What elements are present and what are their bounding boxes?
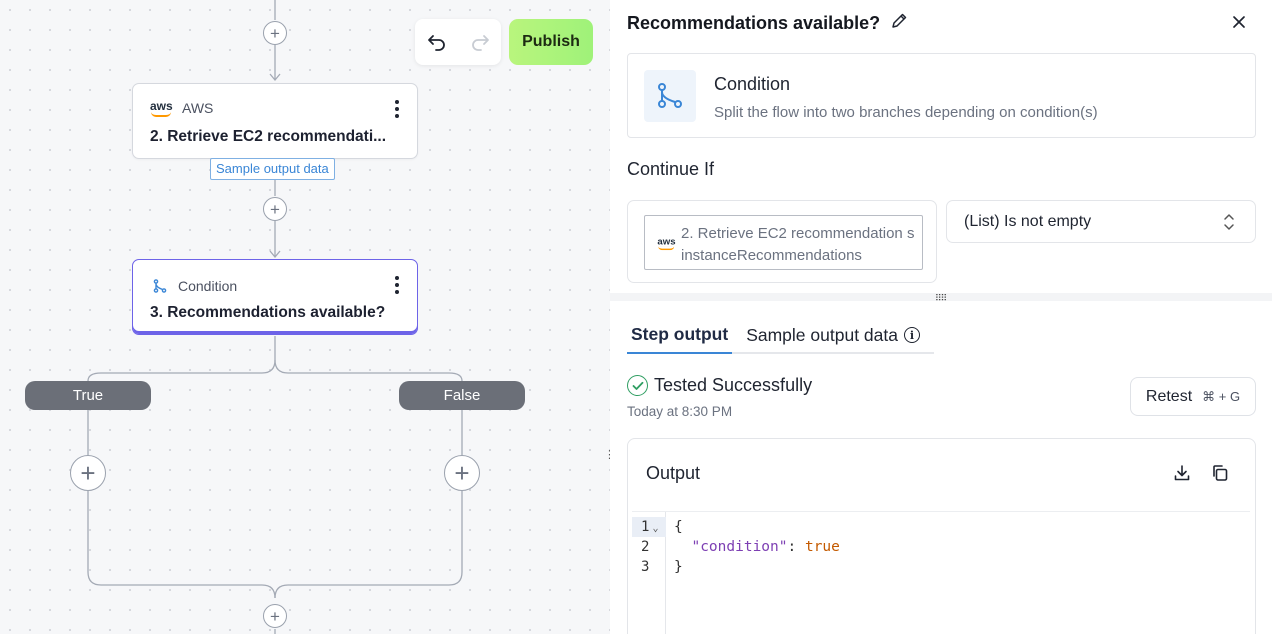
copy-icon[interactable] — [1211, 464, 1229, 482]
sample-output-tag[interactable]: Sample output data — [210, 158, 335, 180]
continue-if-label: Continue If — [627, 159, 715, 179]
tab-label: Step output — [631, 323, 729, 344]
code-line: "condition": true — [691, 539, 840, 555]
edit-pencil-icon[interactable] — [890, 12, 908, 35]
json-viewer[interactable]: 1 ⌄ 2 3 { "condition": true } — [632, 511, 1250, 634]
code-line: { — [674, 519, 683, 535]
more-options-icon[interactable] — [395, 276, 399, 294]
panel-title-text: Recommendations available? — [627, 13, 881, 33]
tab-step-output[interactable]: Step output — [627, 318, 733, 354]
node-app-label: AWS — [182, 100, 214, 116]
add-step-false-button[interactable]: + — [444, 455, 480, 491]
test-status: Tested Successfully — [627, 375, 812, 396]
operator-value: (List) Is not empty — [964, 213, 1092, 230]
code-line: } — [674, 559, 683, 575]
status-text: Tested Successfully — [654, 375, 813, 395]
step-settings-panel: Recommendations available? Condition Spl… — [610, 0, 1272, 634]
download-icon[interactable] — [1173, 464, 1191, 482]
info-icon[interactable]: i — [903, 327, 920, 343]
json-key: "condition" — [691, 539, 788, 555]
branch-icon — [644, 70, 696, 122]
retest-label: Retest — [1145, 387, 1193, 405]
branch-label-false: False — [399, 381, 525, 410]
line-number: 1 ⌄ — [632, 517, 666, 537]
step-type-card: Condition Split the flow into two branch… — [627, 53, 1256, 138]
aws-icon: aws — [150, 100, 174, 117]
close-icon[interactable] — [1229, 12, 1249, 32]
card-description: Split the flow into two branches dependi… — [714, 104, 1098, 121]
step-node-condition[interactable]: Condition 3. Recommendations available? — [132, 259, 418, 335]
add-step-button[interactable]: + — [263, 604, 287, 628]
flow-canvas[interactable]: + + + + + aws AWS 2. Retrieve EC2 recomm… — [0, 0, 610, 634]
history-controls — [415, 19, 501, 65]
aws-icon: aws — [657, 237, 676, 251]
publish-button[interactable]: Publish — [509, 19, 593, 65]
check-circle-icon — [627, 375, 648, 396]
panel-title: Recommendations available? — [627, 12, 908, 35]
line-number: 3 — [641, 559, 650, 575]
tested-timestamp: Today at 8:30 PM — [627, 404, 733, 419]
add-step-true-button[interactable]: + — [70, 455, 106, 491]
output-heading: Output — [646, 463, 701, 483]
json-value: true — [804, 539, 840, 555]
add-step-button[interactable]: + — [263, 21, 287, 45]
node-title: 3. Recommendations available? — [150, 304, 386, 321]
drag-handle-icon[interactable]: ⠿⠿ — [935, 293, 947, 304]
redo-icon[interactable] — [458, 19, 501, 65]
chevron-up-down-icon — [1223, 212, 1235, 232]
node-type-label: Condition — [178, 278, 238, 294]
branch-label-true: True — [25, 381, 151, 410]
card-heading: Condition — [714, 74, 791, 94]
output-card: Output 1 ⌄ 2 3 { "condition": true } — [627, 438, 1256, 634]
tab-sample-output-data[interactable]: Sample output data i — [742, 318, 924, 352]
variable-pill[interactable]: aws 2. Retrieve EC2 recommendation s ins… — [644, 215, 923, 270]
condition-variable-field[interactable]: aws 2. Retrieve EC2 recommendation s ins… — [627, 200, 937, 283]
undo-icon[interactable] — [415, 19, 458, 65]
output-tabs: Step output Sample output data i — [627, 318, 934, 354]
node-title: 2. Retrieve EC2 recommendati... — [150, 128, 387, 145]
tab-label: Sample output data — [746, 324, 898, 345]
step-node-aws[interactable]: aws AWS 2. Retrieve EC2 recommendati... — [132, 83, 418, 159]
add-step-button[interactable]: + — [263, 197, 287, 221]
variable-text: 2. Retrieve EC2 recommendation s instanc… — [681, 225, 915, 264]
branch-icon — [150, 276, 170, 296]
operator-select[interactable]: (List) Is not empty — [946, 200, 1256, 243]
line-number: 2 — [641, 539, 650, 555]
retest-shortcut: ⌘ + G — [1202, 388, 1241, 404]
retest-button[interactable]: Retest ⌘ + G — [1130, 377, 1256, 416]
fold-chevron-icon[interactable]: ⌄ — [652, 523, 658, 534]
more-options-icon[interactable] — [395, 100, 399, 118]
